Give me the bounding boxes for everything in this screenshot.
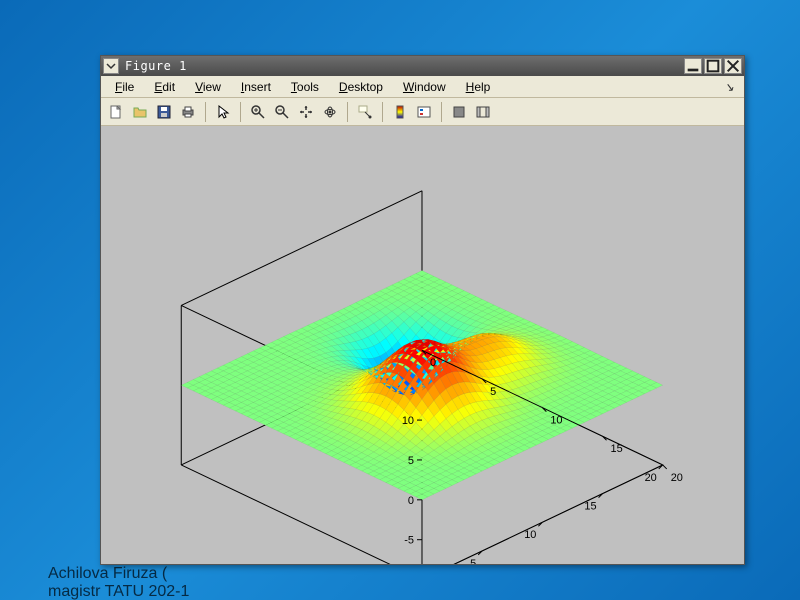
- menu-help[interactable]: Help: [458, 78, 499, 96]
- svg-text:10: 10: [550, 415, 562, 427]
- new-figure-button[interactable]: [105, 101, 127, 123]
- toolbar: [101, 98, 744, 126]
- show-plot-tools-button[interactable]: [472, 101, 494, 123]
- hide-plot-tools-button[interactable]: [448, 101, 470, 123]
- svg-text:15: 15: [611, 443, 623, 455]
- dock-arrow-icon[interactable]: ↘: [724, 80, 738, 94]
- menubar: File Edit View Insert Tools Desktop Wind…: [101, 76, 744, 98]
- svg-text:10: 10: [524, 529, 536, 541]
- svg-text:20: 20: [645, 472, 657, 484]
- menu-edit[interactable]: Edit: [146, 78, 183, 96]
- svg-text:-5: -5: [404, 535, 414, 547]
- zoom-in-button[interactable]: [247, 101, 269, 123]
- svg-text:5: 5: [470, 558, 476, 564]
- rotate-button[interactable]: [319, 101, 341, 123]
- toolbar-separator: [240, 102, 241, 122]
- menu-tools[interactable]: Tools: [283, 78, 327, 96]
- svg-text:5: 5: [490, 386, 496, 398]
- svg-text:0: 0: [430, 357, 436, 369]
- pan-button[interactable]: [295, 101, 317, 123]
- maximize-button[interactable]: [704, 58, 722, 74]
- pointer-button[interactable]: [212, 101, 234, 123]
- menu-window[interactable]: Window: [395, 78, 454, 96]
- toolbar-separator: [441, 102, 442, 122]
- colorbar-button[interactable]: [389, 101, 411, 123]
- legend-button[interactable]: [413, 101, 435, 123]
- titlebar[interactable]: Figure 1: [101, 56, 744, 76]
- open-button[interactable]: [129, 101, 151, 123]
- caption-line2: magistr TATU 202-1: [48, 583, 189, 600]
- data-cursor-button[interactable]: [354, 101, 376, 123]
- svg-text:20: 20: [671, 472, 683, 484]
- window-title: Figure 1: [123, 59, 682, 73]
- svg-text:5: 5: [408, 455, 414, 467]
- print-button[interactable]: [177, 101, 199, 123]
- close-button[interactable]: [724, 58, 742, 74]
- svg-text:10: 10: [402, 415, 414, 427]
- figure-window: Figure 1 File Edit View Insert Tools Des…: [100, 55, 745, 565]
- minimize-button[interactable]: [684, 58, 702, 74]
- save-button[interactable]: [153, 101, 175, 123]
- svg-text:0: 0: [408, 495, 414, 507]
- slide-caption: Achilova Firuza ( magistr TATU 202-1: [48, 565, 189, 600]
- svg-text:15: 15: [584, 501, 596, 513]
- toolbar-separator: [347, 102, 348, 122]
- system-menu-icon[interactable]: [103, 58, 119, 74]
- toolbar-separator: [382, 102, 383, 122]
- axes-3d[interactable]: -10-505100510152005101520: [101, 126, 744, 564]
- zoom-out-button[interactable]: [271, 101, 293, 123]
- menu-view[interactable]: View: [187, 78, 229, 96]
- menu-file[interactable]: File: [107, 78, 142, 96]
- toolbar-separator: [205, 102, 206, 122]
- menu-desktop[interactable]: Desktop: [331, 78, 391, 96]
- menu-insert[interactable]: Insert: [233, 78, 279, 96]
- caption-line1: Achilova Firuza (: [48, 565, 189, 583]
